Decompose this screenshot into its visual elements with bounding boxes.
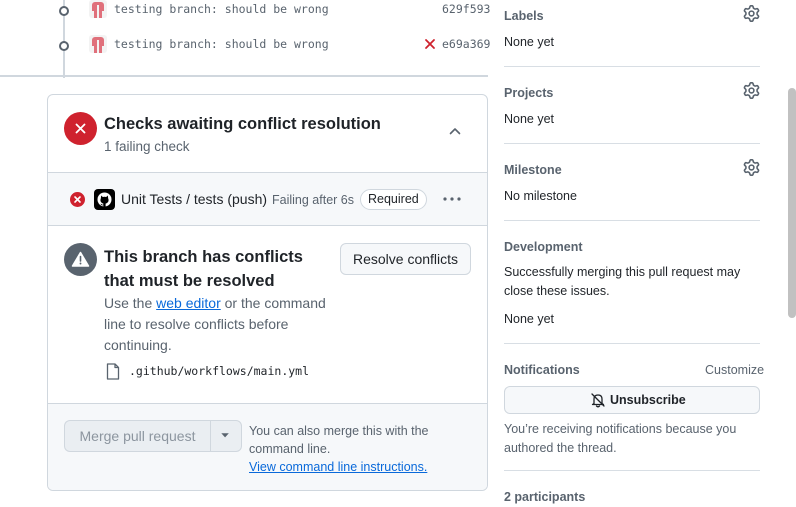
chevron-up-icon[interactable]	[447, 123, 463, 139]
checks-subtitle: 1 failing check	[104, 139, 190, 154]
commit-row: testing branch: should be wrong 629f593	[0, 0, 490, 20]
commit-message[interactable]: testing branch: should be wrong	[114, 2, 329, 16]
merge-hint: You can also merge this with the command…	[249, 422, 449, 476]
divider	[0, 75, 488, 77]
git-commit-icon	[53, 40, 73, 51]
unsubscribe-label: Unsubscribe	[610, 393, 686, 407]
check-item[interactable]: Unit Tests / tests (push) Failing after …	[48, 173, 487, 226]
gear-icon[interactable]	[743, 5, 760, 22]
resolve-conflicts-button[interactable]: Resolve conflicts	[340, 243, 471, 275]
gear-icon[interactable]	[743, 82, 760, 99]
triangle-down-icon	[221, 433, 229, 438]
labels-heading: Labels	[504, 9, 544, 23]
conflict-file-path[interactable]: .github/workflows/main.yml	[129, 364, 309, 378]
customize-link[interactable]: Customize	[705, 363, 764, 377]
command-line-instructions-link[interactable]: View command line instructions.	[249, 460, 427, 474]
bell-slash-icon	[591, 393, 605, 408]
avatar[interactable]	[89, 35, 107, 53]
required-badge: Required	[360, 189, 427, 210]
commit-sha[interactable]: 629f593	[442, 2, 490, 16]
development-text: Successfully merging this pull request m…	[504, 265, 741, 298]
check-name[interactable]: Unit Tests / tests (push)	[121, 191, 267, 207]
milestone-heading: Milestone	[504, 163, 562, 177]
alert-icon	[64, 243, 97, 276]
sidebar-projects: Projects None yet	[504, 67, 760, 144]
sidebar-labels: Labels None yet	[504, 0, 760, 67]
avatar[interactable]	[89, 0, 107, 18]
merge-pull-request-button[interactable]: Merge pull request	[64, 420, 210, 452]
merge-hint-text: You can also merge this with the command…	[249, 424, 429, 456]
commit-message[interactable]: testing branch: should be wrong	[114, 37, 329, 51]
scrollbar-thumb[interactable]	[788, 88, 796, 318]
gear-icon[interactable]	[743, 159, 760, 176]
check-status: Failing after 6s	[272, 193, 354, 207]
github-logo-icon	[94, 189, 115, 210]
milestone-value: No milestone	[504, 189, 577, 203]
labels-value: None yet	[504, 35, 555, 49]
conflict-desc-text: Use the	[104, 295, 157, 311]
notifications-heading: Notifications	[504, 363, 580, 377]
projects-value: None yet	[504, 112, 555, 126]
x-icon[interactable]	[424, 38, 436, 50]
projects-heading: Projects	[504, 86, 554, 100]
checks-header: Checks awaiting conflict resolution 1 fa…	[48, 95, 487, 173]
merge-row: Merge pull request You can also merge th…	[48, 404, 487, 490]
sidebar-development: Development Successfully merging this pu…	[504, 221, 760, 344]
web-editor-link[interactable]: web editor	[156, 295, 221, 311]
x-circle-icon	[64, 112, 97, 145]
conflict-section: This branch has conflicts that must be r…	[48, 226, 487, 404]
commit-list: testing branch: should be wrong 629f593 …	[0, 0, 490, 78]
development-heading: Development	[504, 240, 583, 254]
notifications-note: You’re receiving notifications because y…	[504, 422, 737, 455]
development-value: None yet	[504, 312, 555, 326]
commit-sha[interactable]: e69a369	[442, 37, 490, 51]
commit-row: testing branch: should be wrong e69a369	[0, 35, 490, 55]
merge-options-button[interactable]	[210, 420, 242, 452]
merge-box: Checks awaiting conflict resolution 1 fa…	[47, 94, 488, 491]
kebab-horizontal-icon[interactable]	[442, 195, 462, 203]
unsubscribe-button[interactable]: Unsubscribe	[504, 386, 760, 414]
sidebar: Labels None yet Projects None yet Milest…	[504, 0, 764, 507]
checks-title: Checks awaiting conflict resolution	[104, 115, 381, 133]
git-commit-icon	[53, 5, 73, 16]
file-icon	[106, 363, 120, 380]
conflict-title: This branch has conflicts that must be r…	[104, 248, 303, 290]
x-circle-icon	[70, 192, 85, 207]
conflict-description: Use the web editor or the command line t…	[104, 293, 344, 356]
sidebar-milestone: Milestone No milestone	[504, 144, 760, 221]
participants-heading: 2 participants	[504, 490, 586, 504]
